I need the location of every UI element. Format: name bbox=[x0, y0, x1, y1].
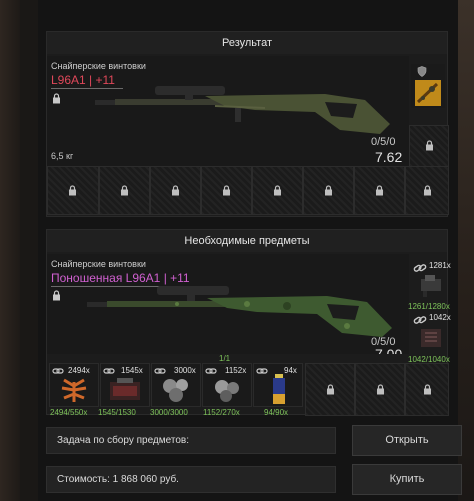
result-slot[interactable] bbox=[405, 166, 449, 215]
required-qty: 1/1 bbox=[219, 354, 231, 363]
side-item-count: 1042x bbox=[429, 313, 451, 322]
material-slot[interactable]: 94x 94/90x bbox=[253, 363, 303, 417]
material-count: 3000x bbox=[174, 366, 196, 375]
material-count: 1152x bbox=[225, 366, 247, 375]
leaf-icon bbox=[61, 378, 87, 402]
required-section: Необходимые предметы Снайперские винтовк… bbox=[46, 229, 451, 417]
lock-icon bbox=[424, 384, 431, 395]
lock-icon bbox=[53, 290, 60, 301]
result-module-slot[interactable] bbox=[411, 64, 445, 108]
required-header: Необходимые предметы bbox=[47, 230, 447, 252]
lock-icon bbox=[325, 185, 332, 196]
material-count: 2494x bbox=[68, 366, 90, 375]
result-extra-slot[interactable] bbox=[409, 125, 449, 167]
result-section: Результат Снайперские винтовки L96A1 | +… bbox=[46, 31, 449, 217]
buy-button[interactable]: Купить bbox=[352, 464, 462, 495]
scope-module-icon bbox=[415, 80, 441, 106]
required-category: Снайперские винтовки bbox=[51, 259, 146, 269]
worn-rifle-image bbox=[87, 286, 392, 337]
open-button[interactable]: Открыть bbox=[352, 425, 462, 456]
task-label: Задача по сбору предметов: bbox=[46, 427, 336, 454]
lock-icon bbox=[121, 185, 128, 196]
lock-icon bbox=[327, 384, 334, 395]
lock-icon bbox=[172, 185, 179, 196]
bolt-part-icon bbox=[421, 275, 441, 297]
result-item-card[interactable]: Снайперские винтовки L96A1 | +11 6,5 кг … bbox=[47, 56, 409, 166]
result-counts: 0/5/0 bbox=[371, 136, 396, 148]
spring-part-icon bbox=[421, 329, 441, 347]
material-slot[interactable]: 1545x 1545/1530 bbox=[98, 363, 150, 417]
lock-icon bbox=[69, 185, 76, 196]
ore-icon bbox=[163, 379, 188, 402]
result-category: Снайперские винтовки bbox=[51, 61, 146, 71]
rifle-image bbox=[95, 86, 390, 134]
material-slot[interactable]: 3000x 3000/3000 bbox=[150, 363, 201, 417]
lock-icon bbox=[53, 93, 60, 104]
material-have: 2494/550x bbox=[50, 408, 88, 417]
material-empty-slot[interactable] bbox=[305, 363, 355, 416]
chain-icon bbox=[256, 368, 268, 374]
box-icon bbox=[110, 378, 140, 400]
result-slot[interactable] bbox=[47, 166, 99, 215]
lock-icon bbox=[376, 185, 383, 196]
lock-icon bbox=[274, 185, 281, 196]
result-weight: 6,5 кг bbox=[51, 151, 74, 161]
battery-icon bbox=[273, 374, 285, 404]
side-item[interactable]: 1042x 1042/1040x bbox=[408, 310, 451, 364]
lock-icon bbox=[377, 384, 384, 395]
chain-icon bbox=[52, 368, 64, 374]
result-caliber: 7.62 bbox=[375, 149, 403, 165]
material-slot[interactable]: 1152x 1152/270x bbox=[202, 363, 252, 417]
required-caliber: 7.00 bbox=[375, 346, 403, 354]
chain-icon bbox=[103, 368, 115, 374]
material-have: 1545/1530 bbox=[98, 408, 136, 417]
background-left bbox=[0, 0, 20, 501]
material-count: 1545x bbox=[121, 366, 143, 375]
ore-icon bbox=[215, 380, 239, 402]
required-side-items: 1281x 1261/1280x 1042x 1042/1040x bbox=[408, 254, 451, 364]
material-have: 1152/270x bbox=[203, 408, 240, 417]
material-empty-slot[interactable] bbox=[405, 363, 449, 416]
result-header: Результат bbox=[47, 32, 447, 54]
result-mod-column bbox=[409, 56, 449, 167]
material-have: 94/90x bbox=[264, 408, 289, 417]
lock-icon bbox=[424, 185, 431, 196]
material-have: 3000/3000 bbox=[150, 408, 188, 417]
side-item-count: 1281x bbox=[429, 261, 451, 270]
side-item[interactable]: 1281x 1261/1280x bbox=[408, 258, 451, 311]
result-slot[interactable] bbox=[252, 166, 303, 215]
lock-icon bbox=[426, 140, 433, 151]
shield-icon bbox=[417, 66, 427, 77]
material-empty-slot[interactable] bbox=[355, 363, 405, 416]
result-slot[interactable] bbox=[150, 166, 201, 215]
result-slot[interactable] bbox=[303, 166, 354, 215]
cost-label: Стоимость: 1 868 060 руб. bbox=[46, 466, 336, 493]
material-slot[interactable]: 2494x 2494/550x bbox=[49, 363, 99, 417]
result-slot[interactable] bbox=[354, 166, 405, 215]
required-item-card[interactable]: Снайперские винтовки Поношенная L96A1 | … bbox=[47, 254, 409, 354]
result-slot[interactable] bbox=[201, 166, 252, 215]
chain-icon bbox=[205, 368, 217, 374]
result-slot[interactable] bbox=[99, 166, 150, 215]
chain-icon bbox=[154, 368, 166, 374]
lock-icon bbox=[223, 185, 230, 196]
